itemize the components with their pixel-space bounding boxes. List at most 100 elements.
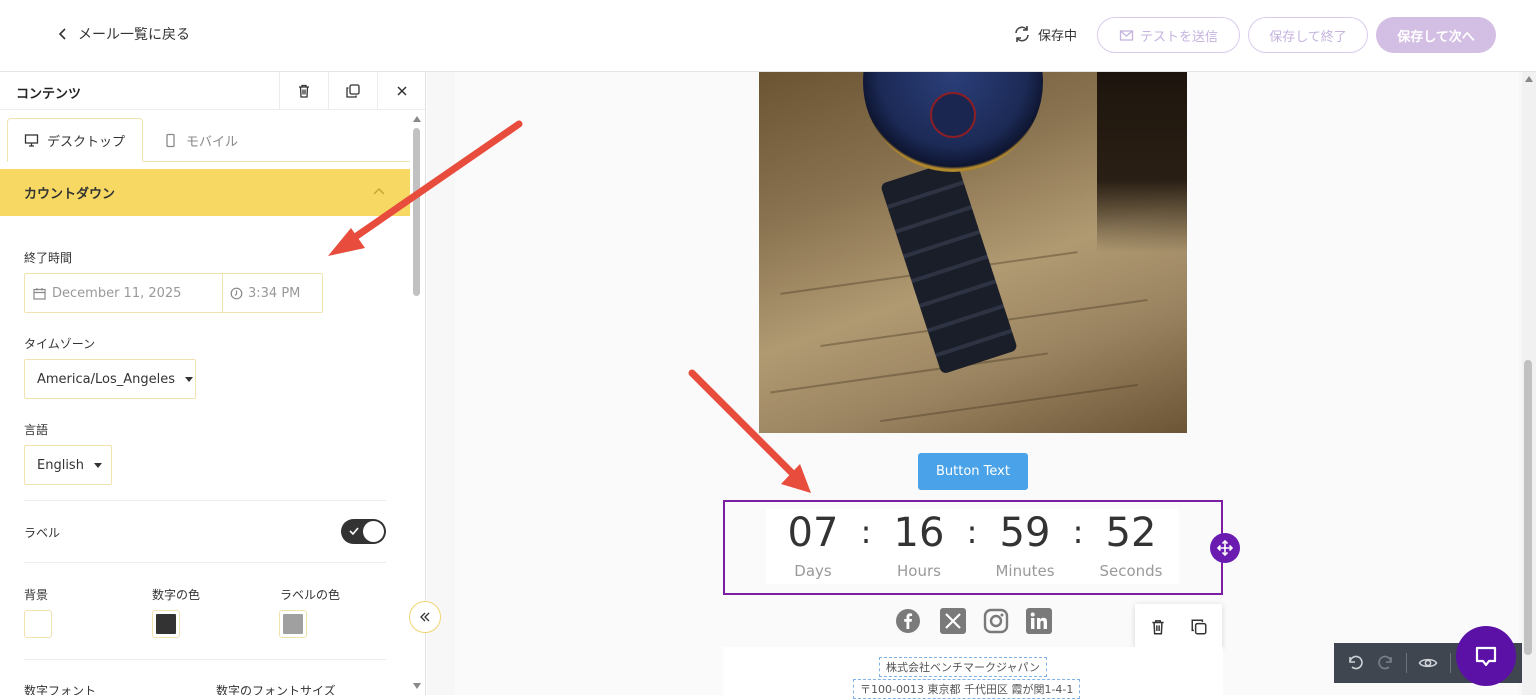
background-color-swatch[interactable] <box>24 610 52 638</box>
instagram-icon[interactable] <box>983 608 1009 634</box>
countdown-section-header[interactable]: カウントダウン <box>0 169 410 216</box>
language-value: English <box>37 457 84 473</box>
redo-icon[interactable] <box>1376 653 1396 673</box>
chevron-left-icon <box>58 28 66 40</box>
timezone-select[interactable]: America/Los_Angeles <box>24 359 196 399</box>
section-title: カウントダウン <box>24 187 116 202</box>
mail-icon <box>1119 29 1134 41</box>
collapse-panel-button[interactable] <box>409 601 441 633</box>
facebook-icon[interactable] <box>895 608 921 634</box>
tab-mobile-label: モバイル <box>186 134 239 150</box>
swatch-fill <box>28 614 48 634</box>
countdown-minutes-label: Minutes <box>995 562 1055 580</box>
delete-block-button[interactable] <box>279 72 328 110</box>
label-color-swatch[interactable] <box>279 610 307 638</box>
mobile-icon <box>166 133 175 147</box>
linkedin-icon[interactable] <box>1026 608 1052 634</box>
footer-company[interactable]: 株式会社ベンチマークジャパン <box>879 657 1047 677</box>
digit-font-label: 数字フォント <box>24 684 97 695</box>
language-select[interactable]: English <box>24 445 112 485</box>
x-icon[interactable] <box>940 608 966 634</box>
digit-color-swatch[interactable] <box>152 610 180 638</box>
panel-title: コンテンツ <box>16 87 82 102</box>
content-panel: コンテンツ デスクトップ モバイル カウントダウン 終了時間 December … <box>0 72 426 695</box>
divider <box>24 562 386 563</box>
caret-down-icon <box>93 462 102 468</box>
tab-desktop-label: デスクトップ <box>47 134 126 150</box>
watch-subdial <box>930 92 976 138</box>
back-label: メール一覧に戻る <box>78 27 190 43</box>
double-chevron-left-icon <box>420 612 430 622</box>
saving-status: 保存中 <box>1012 24 1077 44</box>
end-time-picker: December 11, 2025 3:34 PM <box>24 273 323 313</box>
duplicate-block-button[interactable] <box>328 72 377 110</box>
check-icon <box>349 527 359 536</box>
panel-header: コンテンツ <box>0 72 425 110</box>
label-toggle-label: ラベル <box>24 526 61 540</box>
divider <box>1406 653 1407 673</box>
chevron-up-icon <box>373 188 385 195</box>
divider <box>24 500 386 501</box>
back-to-list-link[interactable]: メール一覧に戻る <box>56 24 190 44</box>
toggle-knob <box>363 521 384 542</box>
timezone-value: America/Los_Angeles <box>37 371 176 387</box>
device-tabs: デスクトップ モバイル <box>7 118 410 162</box>
close-panel-button[interactable] <box>377 72 425 110</box>
background-color-label: 背景 <box>24 588 49 602</box>
copy-icon <box>1191 619 1207 635</box>
caret-down-icon <box>185 376 194 382</box>
send-test-label: テストを送信 <box>1139 29 1218 45</box>
footer-address[interactable]: 〒100-0013 東京都 千代田区 霞が関1-4-1 <box>853 679 1081 699</box>
float-delete-button[interactable] <box>1149 618 1167 636</box>
saving-label: 保存中 <box>1038 28 1078 44</box>
swatch-fill <box>156 614 176 634</box>
end-date-input[interactable]: December 11, 2025 <box>25 274 223 312</box>
tab-desktop[interactable]: デスクトップ <box>7 118 143 162</box>
cta-button[interactable]: Button Text <box>918 453 1028 490</box>
countdown-seconds-value: 52 <box>1105 510 1157 556</box>
countdown-separator: : <box>1072 513 1084 551</box>
scroll-up-icon[interactable] <box>1525 76 1533 82</box>
countdown-days-label: Days <box>794 562 832 580</box>
close-icon <box>397 86 407 96</box>
watch-strap <box>880 159 1018 375</box>
move-handle[interactable] <box>1210 533 1240 563</box>
product-image[interactable] <box>759 72 1187 433</box>
divider <box>24 659 386 660</box>
scroll-down-icon[interactable] <box>413 683 421 689</box>
save-exit-label: 保存して終了 <box>1269 29 1347 45</box>
wood-texture <box>880 383 1138 423</box>
float-duplicate-button[interactable] <box>1190 618 1208 636</box>
send-test-button[interactable]: テストを送信 <box>1097 17 1240 53</box>
countdown-hours-value: 16 <box>893 510 945 556</box>
canvas-scroll-thumb[interactable] <box>1524 360 1532 655</box>
undo-icon[interactable] <box>1345 653 1365 673</box>
end-time-input[interactable]: 3:34 PM <box>223 274 322 312</box>
label-toggle[interactable] <box>341 519 386 544</box>
save-next-button[interactable]: 保存して次へ <box>1376 17 1496 53</box>
watch-face <box>863 72 1043 172</box>
countdown-separator: : <box>966 513 978 551</box>
chat-bubble-icon <box>1475 646 1497 667</box>
swatch-fill <box>283 614 303 634</box>
tab-mobile[interactable]: モバイル <box>147 118 254 162</box>
countdown-separator: : <box>860 513 872 551</box>
sync-icon <box>1015 26 1029 42</box>
save-exit-button[interactable]: 保存して終了 <box>1248 17 1368 53</box>
desktop-icon <box>24 133 39 147</box>
image-shadow <box>1097 72 1187 252</box>
eye-icon[interactable] <box>1418 653 1438 673</box>
end-time-value: 3:34 PM <box>248 285 301 301</box>
wood-texture <box>770 352 1048 394</box>
panel-scroll-thumb[interactable] <box>413 128 420 296</box>
countdown-minutes-value: 59 <box>999 510 1051 556</box>
chat-widget-button[interactable] <box>1456 626 1516 686</box>
countdown-days-value: 07 <box>787 510 839 556</box>
end-time-label: 終了時間 <box>24 251 73 265</box>
divider <box>1450 653 1451 673</box>
trash-icon <box>1152 620 1164 635</box>
countdown-hours-label: Hours <box>897 562 941 580</box>
end-date-value: December 11, 2025 <box>52 285 182 301</box>
scroll-up-icon[interactable] <box>413 116 421 122</box>
top-bar: メール一覧に戻る 保存中 テストを送信 保存して終了 保存して次へ <box>0 0 1536 72</box>
